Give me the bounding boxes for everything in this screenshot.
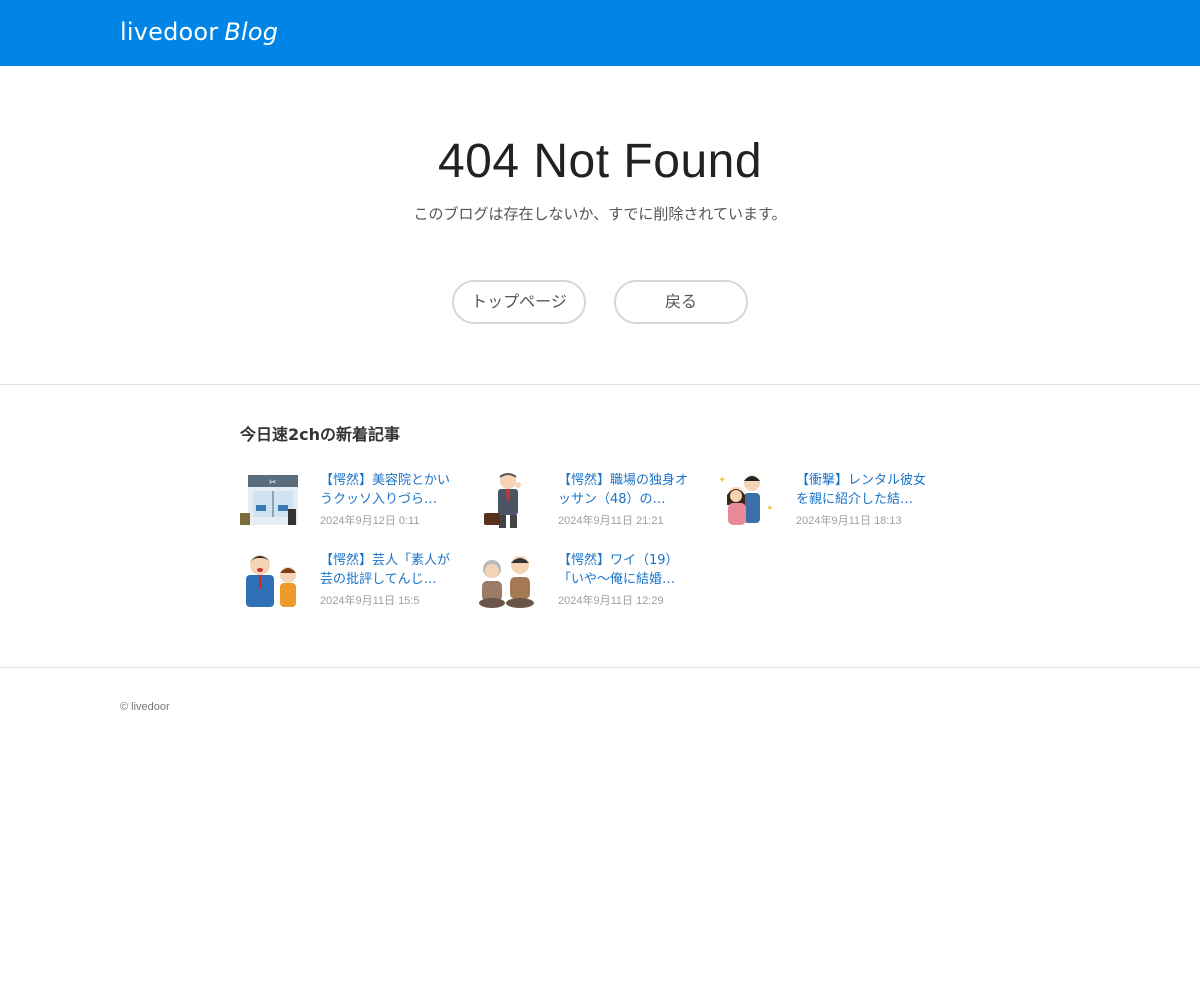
- recent-articles-title: 今日速2chの新着記事: [240, 425, 401, 444]
- site-footer: © livedoor: [0, 668, 1200, 768]
- article-date: 2024年9月11日 18:13: [796, 515, 902, 527]
- recent-articles-section: 今日速2chの新着記事 ✂ 【愕然】美容院とかいうクッソ入りづら… 2024年9…: [0, 385, 1200, 667]
- article-body: 【愕然】美容院とかいうクッソ入りづら… 2024年9月12日 0:11: [320, 471, 456, 528]
- article-list: ✂ 【愕然】美容院とかいうクッソ入りづら… 2024年9月12日 0:11 【愕…: [240, 471, 970, 609]
- article-link[interactable]: 【愕然】芸人「素人が芸の批評してんじ…: [320, 551, 456, 589]
- livedoor-blog-logo[interactable]: livedoor Blog: [120, 16, 278, 48]
- article-body: 【愕然】職場の独身オッサン（48）の… 2024年9月11日 21:21: [558, 471, 694, 528]
- elderly-couple-illustration-icon[interactable]: [478, 551, 538, 609]
- article-link[interactable]: 【衝撃】レンタル彼女を親に紹介した結…: [796, 471, 932, 509]
- article-link[interactable]: 【愕然】職場の独身オッサン（48）の…: [558, 471, 694, 509]
- article-date: 2024年9月11日 15:5: [320, 595, 420, 607]
- error-message: このブログは存在しないか、すでに削除されています。: [413, 205, 787, 223]
- article-body: 【愕然】芸人「素人が芸の批評してんじ… 2024年9月11日 15:5: [320, 551, 456, 608]
- article-item[interactable]: ✂ 【愕然】美容院とかいうクッソ入りづら… 2024年9月12日 0:11: [240, 471, 478, 529]
- article-date: 2024年9月12日 0:11: [320, 515, 420, 527]
- article-date: 2024年9月11日 12:29: [558, 595, 664, 607]
- article-item[interactable]: ✦ ✦ 【衝撃】レンタル彼女を親に紹介した結… 2024年9月11日 18:13: [716, 471, 954, 529]
- article-body: 【衝撃】レンタル彼女を親に紹介した結… 2024年9月11日 18:13: [796, 471, 932, 528]
- article-item[interactable]: 【愕然】芸人「素人が芸の批評してんじ… 2024年9月11日 15:5: [240, 551, 478, 609]
- article-link[interactable]: 【愕然】美容院とかいうクッソ入りづら…: [320, 471, 456, 509]
- office-man-illustration-icon[interactable]: [478, 471, 538, 529]
- article-item[interactable]: 【愕然】職場の独身オッサン（48）の… 2024年9月11日 21:21: [478, 471, 716, 529]
- copyright-text: © livedoor: [120, 701, 170, 713]
- site-header: livedoor Blog: [0, 0, 1200, 66]
- error-title: 404 Not Found: [437, 135, 763, 188]
- back-button[interactable]: 戻る: [614, 280, 748, 324]
- salon-illustration-icon[interactable]: ✂: [240, 471, 300, 529]
- article-date: 2024年9月11日 21:21: [558, 515, 664, 527]
- article-body: 【愕然】ワイ（19）「いや〜俺に結婚… 2024年9月11日 12:29: [558, 551, 694, 608]
- svg-text:✦: ✦: [766, 504, 774, 514]
- article-item[interactable]: 【愕然】ワイ（19）「いや〜俺に結婚… 2024年9月11日 12:29: [478, 551, 716, 609]
- comedian-illustration-icon[interactable]: [240, 551, 300, 609]
- logo-product-text: Blog: [224, 18, 279, 46]
- svg-text:✂: ✂: [269, 478, 277, 488]
- top-page-button[interactable]: トップページ: [452, 280, 586, 324]
- logo-brand-text: livedoor: [120, 18, 219, 46]
- couple-illustration-icon[interactable]: ✦ ✦: [716, 471, 776, 529]
- error-section: 404 Not Found このブログは存在しないか、すでに削除されています。 …: [0, 66, 1200, 384]
- action-buttons: トップページ 戻る: [0, 280, 1200, 324]
- article-link[interactable]: 【愕然】ワイ（19）「いや〜俺に結婚…: [558, 551, 694, 589]
- svg-text:✦: ✦: [718, 475, 726, 486]
